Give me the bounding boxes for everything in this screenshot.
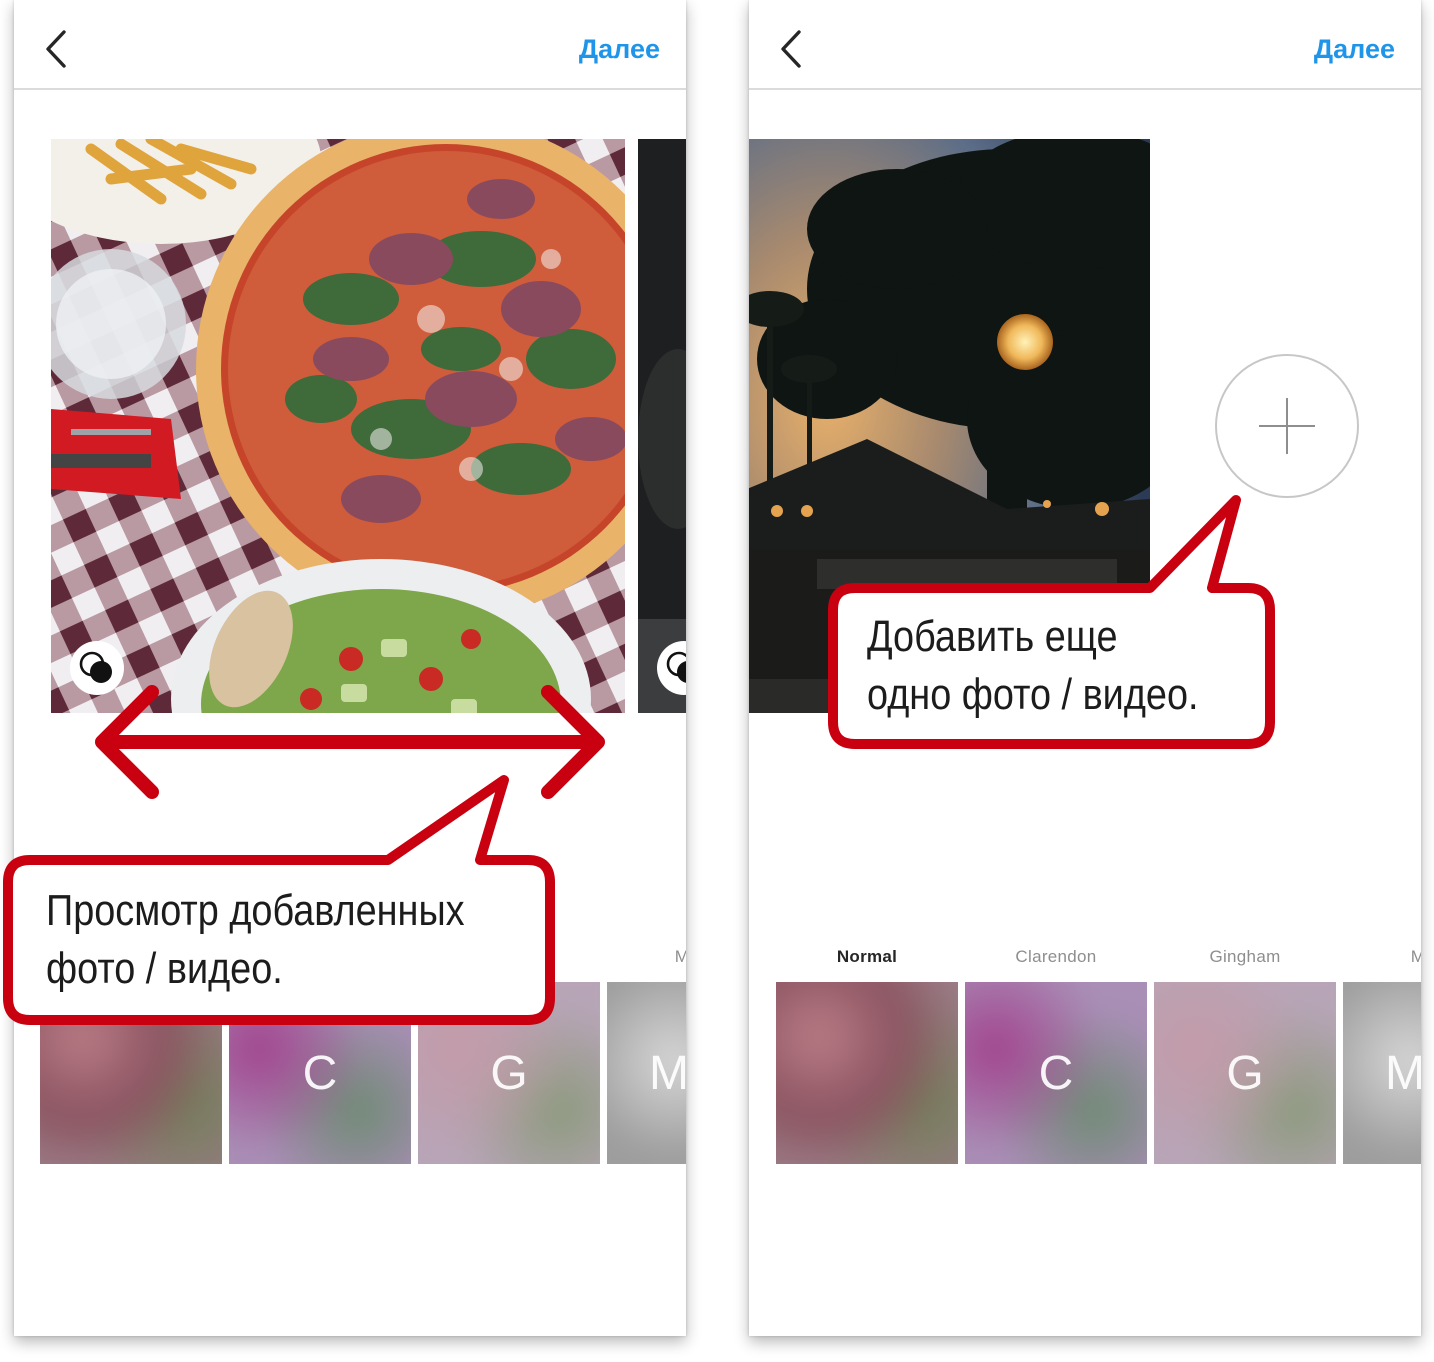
chevron-left-icon[interactable] [38, 28, 78, 72]
filter-label-clarendon: Clarendon [1015, 947, 1097, 966]
phone-screen-add: Далее Normal Clarendon Gingham M C G M [749, 0, 1421, 1336]
next-button[interactable]: Далее [579, 34, 660, 65]
filter-thumb-gingham[interactable]: G [418, 982, 600, 1164]
filter-thumb-moon[interactable]: M [1343, 982, 1421, 1164]
filter-label: M [674, 947, 686, 966]
layers-icon[interactable] [657, 641, 686, 695]
filter-thumb-clarendon[interactable]: C [965, 982, 1147, 1164]
next-button[interactable]: Далее [1314, 34, 1395, 65]
layers-icon[interactable] [70, 641, 124, 695]
filter-thumb-normal[interactable] [40, 982, 222, 1164]
filter-thumb-moon[interactable]: M [607, 982, 686, 1164]
carousel-photo-pizza[interactable] [51, 139, 625, 713]
filter-thumb-gingham[interactable]: G [1154, 982, 1336, 1164]
phone-screen-gallery: Далее M C G M [14, 0, 686, 1336]
add-media-button[interactable] [1215, 354, 1359, 498]
filter-label-gingham: Gingham [1209, 947, 1281, 966]
top-bar: Далее [749, 0, 1421, 90]
filter-label: M [1410, 947, 1421, 966]
carousel-photo-next[interactable] [638, 139, 686, 713]
top-bar: Далее [14, 0, 686, 90]
filter-label-normal: Normal [836, 947, 898, 966]
chevron-left-icon[interactable] [773, 28, 813, 72]
plus-icon [1217, 356, 1357, 496]
selected-photo-evening[interactable] [749, 139, 1150, 713]
filter-thumb-normal[interactable] [776, 982, 958, 1164]
filter-thumb-clarendon[interactable]: C [229, 982, 411, 1164]
